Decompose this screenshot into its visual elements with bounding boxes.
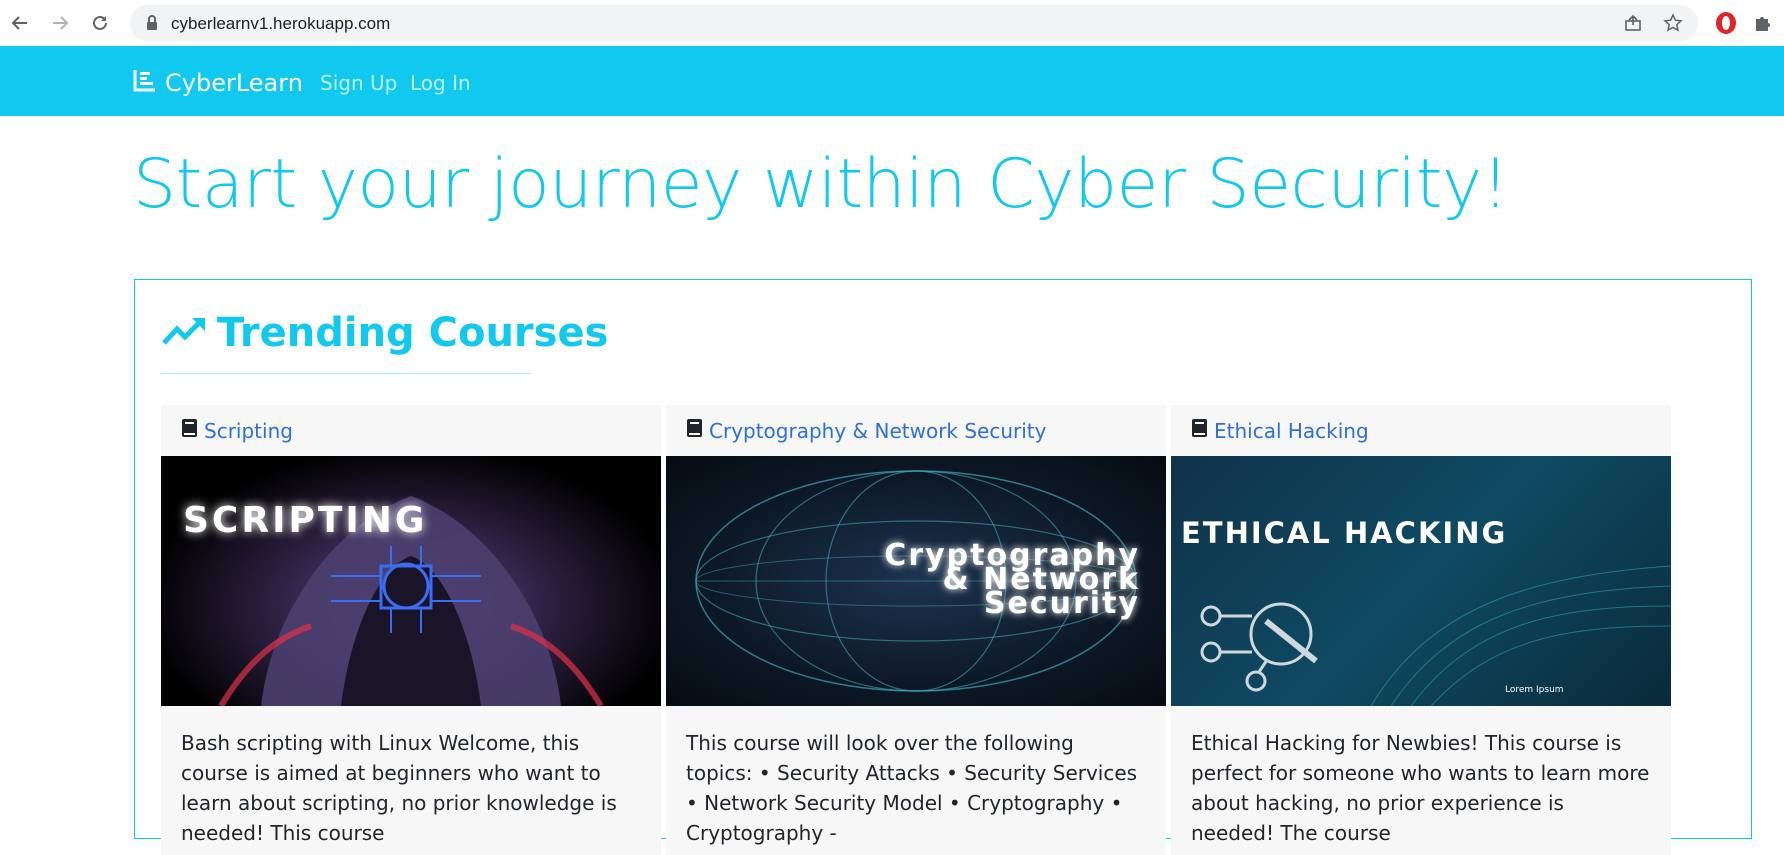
book-icon <box>686 418 703 443</box>
course-card-scripting: Scripting SCRIPTING Bash scripting with … <box>161 405 661 855</box>
cryptography-course-image[interactable]: Cryptography & Network Security <box>666 456 1166 706</box>
course-description: Ethical Hacking for Newbies! This course… <box>1191 731 1650 845</box>
card-header: Ethical Hacking <box>1171 405 1671 456</box>
course-title-link[interactable]: Scripting <box>204 419 293 443</box>
address-bar[interactable]: cyberlearnv1.herokuapp.com <box>130 5 1698 41</box>
bookmark-star-icon[interactable] <box>1663 13 1683 33</box>
nav-login-link[interactable]: Log In <box>410 71 471 95</box>
brand-link[interactable]: CyberLearn <box>133 68 303 97</box>
image-caption: SCRIPTING <box>183 500 428 541</box>
scripting-course-image[interactable]: SCRIPTING <box>161 456 661 706</box>
card-header: Cryptography & Network Security <box>666 405 1166 456</box>
caption-line: Security <box>983 586 1140 621</box>
browser-toolbar: cyberlearnv1.herokuapp.com <box>0 0 1784 46</box>
forward-icon[interactable] <box>48 11 72 35</box>
trending-up-icon <box>161 315 207 352</box>
back-icon[interactable] <box>8 11 32 35</box>
chart-logo-icon <box>133 68 157 97</box>
course-card-ethical-hacking: Ethical Hacking ETHICAL HACKING Lorem Ip… <box>1171 405 1671 855</box>
reload-icon[interactable] <box>88 11 112 35</box>
url-text: cyberlearnv1.herokuapp.com <box>171 14 391 33</box>
course-description: Bash scripting with Linux Welcome, this … <box>181 731 617 845</box>
trending-heading: Trending Courses <box>161 310 608 356</box>
book-icon <box>1191 418 1208 443</box>
ethical-hacking-course-image[interactable]: ETHICAL HACKING Lorem Ipsum <box>1171 456 1671 706</box>
course-card-cryptography: Cryptography & Network Security Cryptogr… <box>666 405 1166 855</box>
page-title: Start your journey within Cyber Security… <box>133 145 1509 224</box>
trending-courses-section: Trending Courses Scripting SCRIPTING Bas… <box>134 279 1752 855</box>
extensions-puzzle-icon[interactable] <box>1752 11 1776 35</box>
course-description: This course will look over the following… <box>686 731 1138 845</box>
card-header: Scripting <box>161 405 661 456</box>
site-navbar: CyberLearn Sign Up Log In <box>0 46 1784 116</box>
lock-icon <box>142 13 162 33</box>
trending-title: Trending Courses <box>217 310 609 356</box>
nav-signup-link[interactable]: Sign Up <box>320 71 397 95</box>
heading-divider <box>161 373 531 374</box>
share-icon[interactable] <box>1623 13 1643 33</box>
course-title-link[interactable]: Ethical Hacking <box>1214 419 1369 443</box>
course-title-link[interactable]: Cryptography & Network Security <box>709 419 1046 443</box>
brand-name: CyberLearn <box>165 68 303 97</box>
image-caption: ETHICAL HACKING <box>1181 516 1508 550</box>
opera-extension-icon[interactable] <box>1714 11 1738 35</box>
book-icon <box>181 418 198 443</box>
image-watermark: Lorem Ipsum <box>1505 685 1564 695</box>
image-caption: Cryptography & Network Security <box>700 541 1140 621</box>
